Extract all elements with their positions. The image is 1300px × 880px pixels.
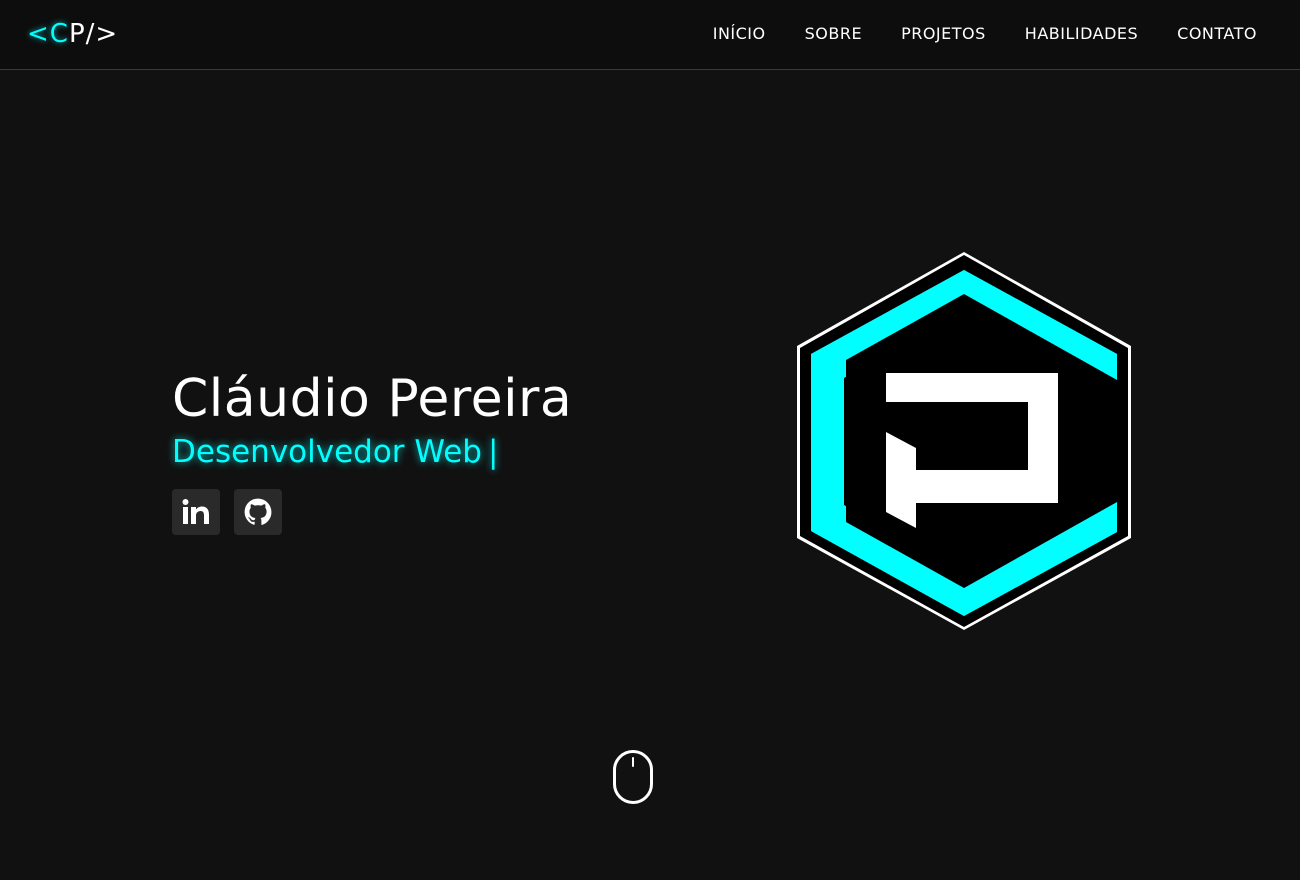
hero-intro: Cláudio Pereira Desenvolvedor Web | — [172, 368, 572, 472]
nav-item-habilidades[interactable]: HABILIDADES — [1025, 23, 1138, 45]
mouse-scroll-icon[interactable] — [612, 749, 654, 805]
logo-letter-p: P — [68, 19, 86, 49]
typing-caret: | — [488, 434, 499, 470]
cp-hexagon-logo — [794, 250, 1134, 632]
hero-role-text: Desenvolvedor Web — [172, 434, 482, 470]
linkedin-icon — [181, 498, 211, 526]
linkedin-button[interactable] — [172, 489, 220, 535]
logo-bracket-close: /> — [85, 19, 119, 49]
nav-item-inicio[interactable]: INÍCIO — [713, 23, 766, 45]
page: <CP/> INÍCIO SOBRE PROJETOS HABILIDADES … — [0, 0, 1300, 880]
github-button[interactable] — [234, 489, 282, 535]
site-logo[interactable]: <CP/> — [27, 18, 118, 50]
social-links — [172, 489, 282, 535]
github-icon — [244, 498, 272, 526]
logo-bracket-open: < — [27, 19, 50, 49]
main-nav: INÍCIO SOBRE PROJETOS HABILIDADES CONTAT… — [713, 23, 1257, 45]
hero-role: Desenvolvedor Web | — [172, 432, 572, 472]
nav-item-sobre[interactable]: SOBRE — [805, 23, 862, 45]
site-header: <CP/> INÍCIO SOBRE PROJETOS HABILIDADES … — [0, 0, 1300, 70]
nav-item-contato[interactable]: CONTATO — [1177, 23, 1257, 45]
hero-name: Cláudio Pereira — [172, 369, 573, 429]
logo-letter-c: C — [49, 19, 69, 49]
nav-item-projetos[interactable]: PROJETOS — [901, 23, 986, 45]
